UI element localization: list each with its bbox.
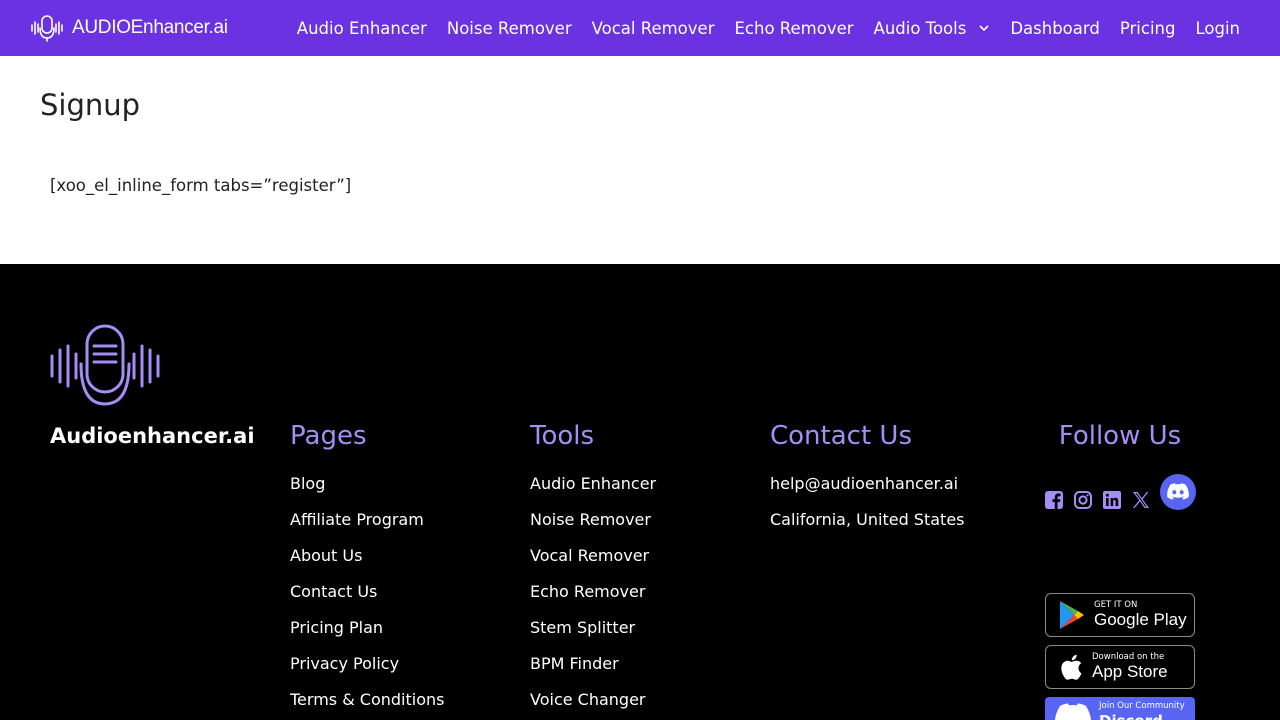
footer-pages-heading: Pages bbox=[290, 421, 367, 451]
footer-contact-heading: Contact Us bbox=[770, 421, 912, 451]
footer-link-voice-changer[interactable]: Voice Changer bbox=[530, 690, 646, 709]
footer-tools-heading: Tools bbox=[530, 421, 595, 451]
footer-link-bpm-finder[interactable]: BPM Finder bbox=[530, 654, 619, 673]
footer-link-about-us[interactable]: About Us bbox=[290, 546, 362, 565]
footer-link-audio-enhancer[interactable]: Audio Enhancer bbox=[530, 474, 656, 493]
microphone-logo-icon bbox=[31, 15, 63, 42]
page-title: Signup bbox=[40, 88, 141, 122]
discord-button[interactable] bbox=[1160, 474, 1196, 510]
footer-link-echo-remover[interactable]: Echo Remover bbox=[530, 582, 645, 601]
footer-follow-column: Follow Us bbox=[1040, 421, 1200, 473]
footer-link-contact-us[interactable]: Contact Us bbox=[290, 582, 377, 601]
linkedin-icon[interactable] bbox=[1102, 490, 1122, 510]
nav-audio-enhancer[interactable]: Audio Enhancer bbox=[297, 19, 427, 38]
google-play-small-text: GET IT ON bbox=[1094, 600, 1138, 610]
nav-vocal-remover[interactable]: Vocal Remover bbox=[592, 19, 715, 38]
nav-audio-tools[interactable]: Audio Tools bbox=[874, 19, 991, 38]
google-play-big-text: Google Play bbox=[1094, 610, 1187, 629]
social-links bbox=[1044, 490, 1151, 510]
footer-contact-email[interactable]: help@audioenhancer.ai bbox=[770, 474, 958, 493]
brand-logo-link[interactable]: AUDIOEnhancer.ai bbox=[30, 14, 228, 42]
footer-link-pricing-plan[interactable]: Pricing Plan bbox=[290, 618, 383, 637]
footer-link-vocal-remover[interactable]: Vocal Remover bbox=[530, 546, 649, 565]
footer-pages-column: Pages Blog Affiliate Program About Us Co… bbox=[290, 421, 444, 720]
discord-icon bbox=[1055, 703, 1092, 720]
nav-login[interactable]: Login bbox=[1195, 19, 1240, 38]
google-play-badge[interactable]: GET IT ON Google Play bbox=[1045, 593, 1195, 637]
main-nav: Audio Enhancer Noise Remover Vocal Remov… bbox=[297, 0, 1240, 56]
footer-brand-name: Audioenhancer.ai bbox=[50, 424, 255, 448]
footer-link-affiliate-program[interactable]: Affiliate Program bbox=[290, 510, 424, 529]
nav-audio-tools-label: Audio Tools bbox=[873, 18, 967, 38]
instagram-icon[interactable] bbox=[1073, 490, 1093, 510]
discord-community-badge[interactable]: Join Our Community Discord bbox=[1045, 697, 1195, 720]
app-store-small-text: Download on the bbox=[1092, 652, 1165, 662]
facebook-icon[interactable] bbox=[1044, 490, 1064, 510]
community-small-text: Join Our Community bbox=[1099, 701, 1185, 711]
footer-contact-location: California, United States bbox=[770, 510, 965, 529]
discord-icon bbox=[1167, 483, 1189, 500]
footer-link-stem-splitter[interactable]: Stem Splitter bbox=[530, 618, 635, 637]
site-footer: Audioenhancer.ai Pages Blog Affiliate Pr… bbox=[0, 264, 1280, 720]
apple-icon bbox=[1061, 654, 1082, 680]
footer-link-blog[interactable]: Blog bbox=[290, 474, 325, 493]
nav-pricing[interactable]: Pricing bbox=[1120, 19, 1176, 38]
footer-contact-column: Contact Us help@audioenhancer.ai Califor… bbox=[770, 421, 965, 545]
top-navbar: AUDIOEnhancer.ai Audio Enhancer Noise Re… bbox=[0, 0, 1280, 56]
footer-link-privacy-policy[interactable]: Privacy Policy bbox=[290, 654, 399, 673]
app-store-big-text: App Store bbox=[1092, 662, 1168, 681]
google-play-icon bbox=[1060, 601, 1084, 629]
community-big-text: Discord bbox=[1099, 712, 1163, 720]
microphone-logo-icon bbox=[50, 324, 160, 406]
chevron-down-icon bbox=[979, 25, 989, 32]
footer-link-terms-conditions[interactable]: Terms & Conditions bbox=[290, 690, 444, 709]
x-twitter-icon[interactable] bbox=[1131, 490, 1151, 510]
footer-follow-heading: Follow Us bbox=[1058, 421, 1182, 451]
footer-link-noise-remover[interactable]: Noise Remover bbox=[530, 510, 651, 529]
nav-echo-remover[interactable]: Echo Remover bbox=[734, 19, 853, 38]
nav-dashboard[interactable]: Dashboard bbox=[1010, 19, 1100, 38]
nav-noise-remover[interactable]: Noise Remover bbox=[447, 19, 572, 38]
brand-name: AUDIOEnhancer.ai bbox=[72, 17, 228, 38]
signup-form-shortcode: [xoo_el_inline_form tabs=”register”] bbox=[50, 176, 352, 195]
app-store-badge[interactable]: Download on the App Store bbox=[1045, 645, 1195, 689]
footer-tools-column: Tools Audio Enhancer Noise Remover Vocal… bbox=[530, 421, 656, 720]
